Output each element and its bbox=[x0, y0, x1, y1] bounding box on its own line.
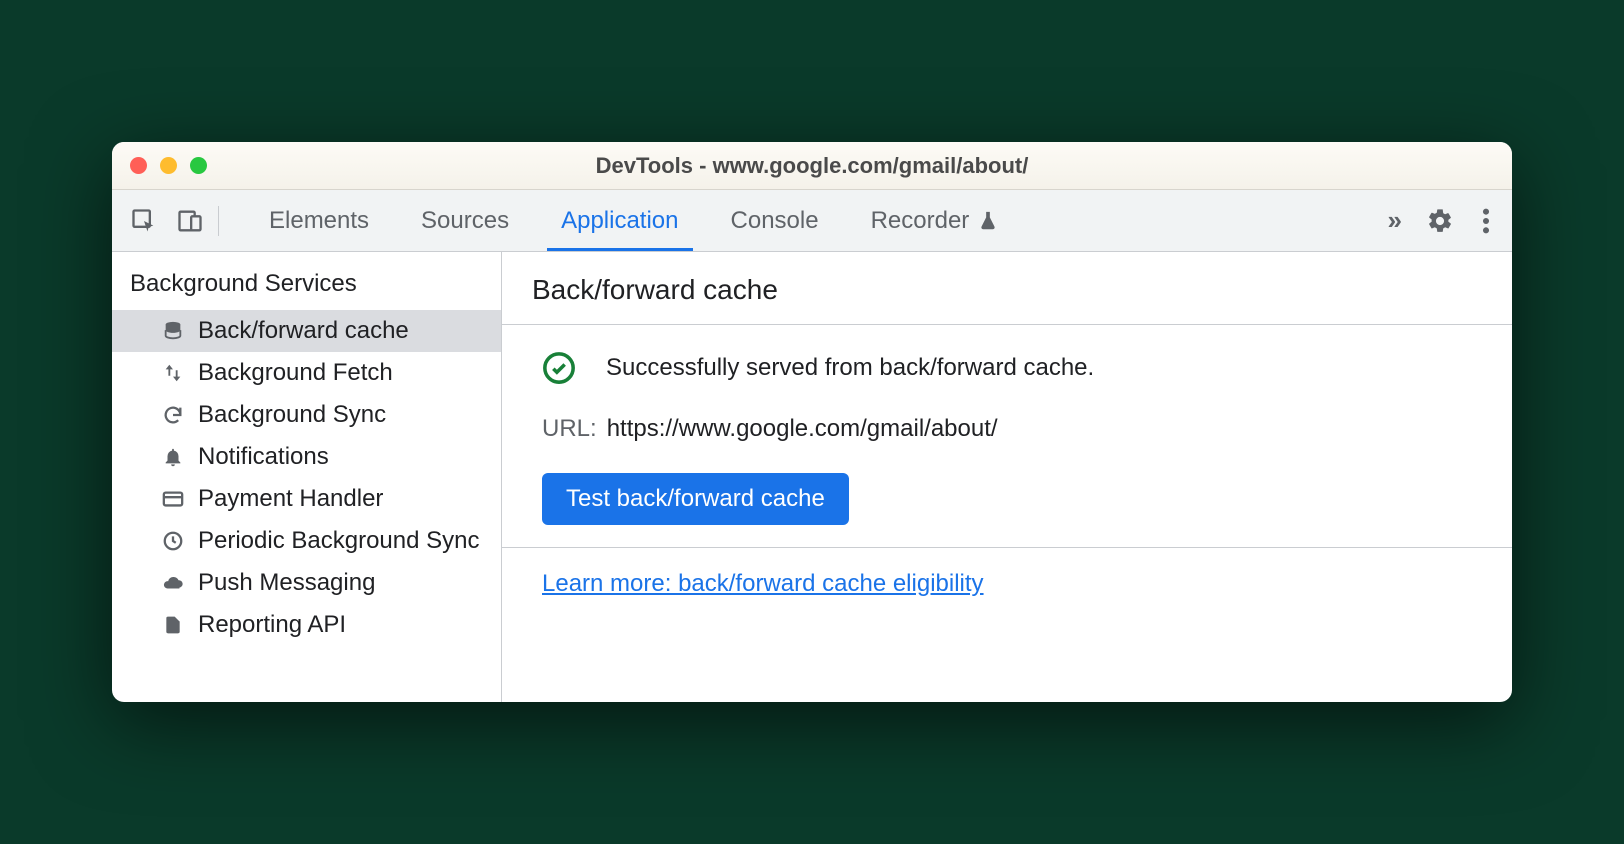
file-icon bbox=[160, 614, 186, 636]
learn-more-section: Learn more: back/forward cache eligibili… bbox=[502, 548, 1512, 620]
test-bfcache-button[interactable]: Test back/forward cache bbox=[542, 473, 849, 525]
sidebar-item-bfcache[interactable]: Back/forward cache bbox=[112, 310, 501, 352]
tab-sources[interactable]: Sources bbox=[395, 190, 535, 251]
success-check-icon bbox=[542, 351, 576, 385]
sidebar-section-header: Background Services bbox=[112, 252, 501, 310]
sidebar-item-notifications[interactable]: Notifications bbox=[112, 436, 501, 478]
flask-icon bbox=[977, 210, 999, 232]
sidebar: Background Services Back/forward cache B… bbox=[112, 252, 502, 702]
learn-more-link[interactable]: Learn more: back/forward cache eligibili… bbox=[542, 570, 984, 597]
device-toggle-icon[interactable] bbox=[176, 207, 204, 235]
sidebar-item-label: Push Messaging bbox=[198, 569, 375, 597]
titlebar: DevTools - www.google.com/gmail/about/ bbox=[112, 142, 1512, 190]
panel-heading: Back/forward cache bbox=[502, 252, 1512, 325]
kebab-menu-icon[interactable] bbox=[1482, 207, 1490, 235]
clock-icon bbox=[160, 530, 186, 552]
panel-tabs: Elements Sources Application Console Rec… bbox=[243, 190, 1025, 251]
tab-label: Sources bbox=[421, 207, 509, 235]
tab-label: Application bbox=[561, 207, 678, 235]
sidebar-item-payment-handler[interactable]: Payment Handler bbox=[112, 478, 501, 520]
tab-label: Console bbox=[731, 207, 819, 235]
tab-console[interactable]: Console bbox=[705, 190, 845, 251]
sidebar-item-label: Reporting API bbox=[198, 611, 346, 639]
settings-icon[interactable] bbox=[1426, 207, 1454, 235]
status-row: Successfully served from back/forward ca… bbox=[542, 351, 1482, 385]
sidebar-item-push-messaging[interactable]: Push Messaging bbox=[112, 562, 501, 604]
toolbar-left-group bbox=[130, 190, 204, 251]
sidebar-item-label: Background Sync bbox=[198, 401, 386, 429]
sync-icon bbox=[160, 404, 186, 426]
database-icon bbox=[160, 320, 186, 342]
sidebar-item-background-sync[interactable]: Background Sync bbox=[112, 394, 501, 436]
sidebar-item-label: Notifications bbox=[198, 443, 329, 471]
devtools-window: DevTools - www.google.com/gmail/about/ E… bbox=[112, 142, 1512, 702]
tab-recorder[interactable]: Recorder bbox=[845, 190, 1026, 251]
status-message: Successfully served from back/forward ca… bbox=[606, 354, 1094, 382]
updown-arrows-icon bbox=[160, 362, 186, 384]
tab-label: Recorder bbox=[871, 207, 970, 235]
devtools-toolbar: Elements Sources Application Console Rec… bbox=[112, 190, 1512, 252]
sidebar-item-label: Back/forward cache bbox=[198, 317, 409, 345]
status-section: Successfully served from back/forward ca… bbox=[502, 325, 1512, 548]
sidebar-item-label: Periodic Background Sync bbox=[198, 527, 479, 555]
minimize-window-button[interactable] bbox=[160, 157, 177, 174]
url-label: URL: bbox=[542, 415, 597, 443]
sidebar-item-label: Background Fetch bbox=[198, 359, 393, 387]
sidebar-item-reporting-api[interactable]: Reporting API bbox=[112, 604, 501, 646]
content-area: Background Services Back/forward cache B… bbox=[112, 252, 1512, 702]
tab-elements[interactable]: Elements bbox=[243, 190, 395, 251]
tab-application[interactable]: Application bbox=[535, 190, 704, 251]
main-panel: Back/forward cache Successfully served f… bbox=[502, 252, 1512, 702]
window-title: DevTools - www.google.com/gmail/about/ bbox=[112, 153, 1512, 179]
cloud-icon bbox=[160, 572, 186, 594]
close-window-button[interactable] bbox=[130, 157, 147, 174]
sidebar-item-label: Payment Handler bbox=[198, 485, 383, 513]
tab-label: Elements bbox=[269, 207, 369, 235]
url-row: URL: https://www.google.com/gmail/about/ bbox=[542, 415, 1482, 443]
more-tabs-icon[interactable]: » bbox=[1388, 205, 1398, 236]
toolbar-separator bbox=[218, 206, 219, 236]
bell-icon bbox=[160, 446, 186, 468]
card-icon bbox=[160, 488, 186, 510]
maximize-window-button[interactable] bbox=[190, 157, 207, 174]
sidebar-item-background-fetch[interactable]: Background Fetch bbox=[112, 352, 501, 394]
url-value: https://www.google.com/gmail/about/ bbox=[607, 415, 998, 443]
sidebar-item-periodic-sync[interactable]: Periodic Background Sync bbox=[112, 520, 501, 562]
traffic-lights bbox=[130, 157, 207, 174]
inspect-element-icon[interactable] bbox=[130, 207, 158, 235]
toolbar-right-group: » bbox=[1388, 190, 1500, 251]
